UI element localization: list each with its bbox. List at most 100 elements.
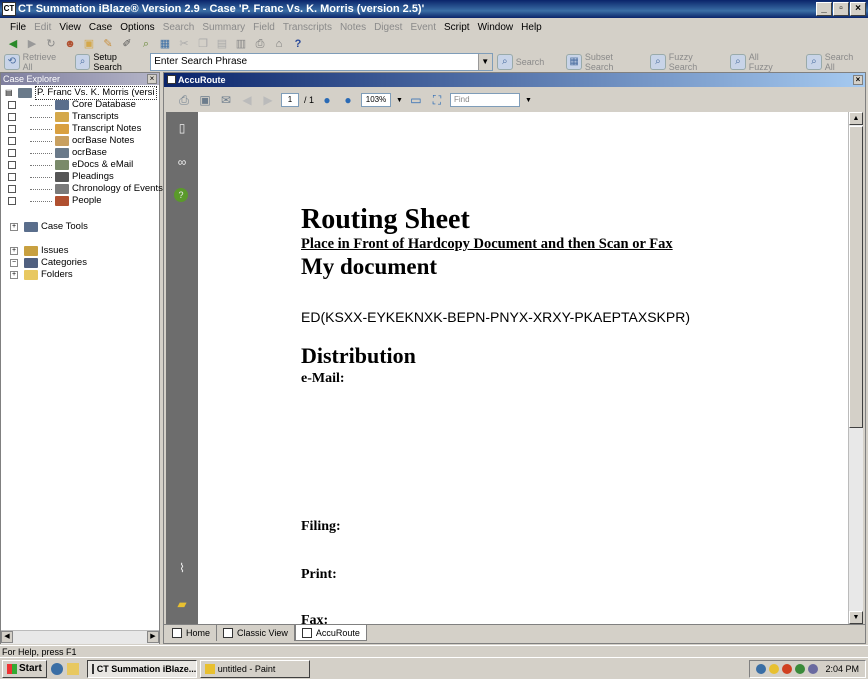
- zoom-select[interactable]: 103%: [361, 93, 392, 107]
- paste-icon[interactable]: ▤: [215, 37, 229, 51]
- comments-icon[interactable]: ▰: [174, 596, 190, 612]
- menu-summary[interactable]: Summary: [202, 22, 245, 33]
- scroll-down-icon[interactable]: ▼: [849, 611, 863, 624]
- grid-icon[interactable]: ▦: [158, 37, 172, 51]
- zoom-dropdown-icon[interactable]: ▼: [396, 97, 403, 104]
- tab-home[interactable]: Home: [166, 625, 218, 641]
- menu-transcripts[interactable]: Transcripts: [283, 22, 332, 33]
- help-icon[interactable]: ?: [174, 188, 188, 202]
- menu-search[interactable]: Search: [163, 22, 195, 33]
- pages-icon[interactable]: ▯: [174, 120, 190, 136]
- refresh-icon[interactable]: ↻: [44, 37, 58, 51]
- forward-icon[interactable]: ▶: [25, 37, 39, 51]
- scroll-up-icon[interactable]: ▲: [849, 112, 863, 125]
- pen-icon[interactable]: ✐: [120, 37, 134, 51]
- copy-icon[interactable]: ❐: [196, 37, 210, 51]
- tree-checkbox[interactable]: [8, 173, 16, 181]
- tree-checkbox[interactable]: [8, 137, 16, 145]
- tree-item[interactable]: eDocs & eMail: [1, 159, 133, 171]
- close-viewer-button[interactable]: ×: [853, 75, 863, 85]
- tree-item[interactable]: Transcript Notes: [1, 123, 141, 135]
- tab-accuroute[interactable]: AccuRoute: [294, 625, 367, 641]
- tree-item[interactable]: Transcripts: [1, 111, 119, 123]
- tree-section[interactable]: + Issues: [1, 245, 68, 257]
- tree-item[interactable]: Chronology of Events: [1, 183, 163, 195]
- tree-item[interactable]: ocrBase Notes: [1, 135, 134, 147]
- close-explorer-button[interactable]: ×: [147, 74, 157, 84]
- save-icon[interactable]: ▣: [197, 92, 213, 108]
- explorer-quicklaunch-icon[interactable]: [66, 662, 79, 675]
- search-docs-icon[interactable]: ⌕: [139, 37, 153, 51]
- menu-options[interactable]: Options: [120, 22, 154, 33]
- zoom-in-icon[interactable]: ●: [340, 92, 356, 108]
- menu-edit[interactable]: Edit: [34, 22, 51, 33]
- back-icon[interactable]: ◀: [6, 37, 20, 51]
- notes-icon[interactable]: ✎: [101, 37, 115, 51]
- people-icon[interactable]: ☻: [63, 37, 77, 51]
- network-icon[interactable]: [756, 664, 767, 674]
- viewer-vertical-scrollbar[interactable]: ▲ ▼: [848, 112, 863, 624]
- expand-icon[interactable]: +: [10, 223, 18, 231]
- taskbar-task[interactable]: CT Summation iBlaze...: [86, 659, 197, 678]
- tree-checkbox[interactable]: [8, 197, 16, 205]
- chevron-down-icon[interactable]: ▼: [477, 54, 492, 70]
- attachment-icon[interactable]: ⌇: [174, 560, 190, 576]
- menu-notes[interactable]: Notes: [340, 22, 366, 33]
- case-tools-node[interactable]: + Case Tools: [1, 221, 88, 233]
- scroll-right-icon[interactable]: ▶: [147, 631, 159, 643]
- folder-icon[interactable]: ▣: [82, 37, 96, 51]
- help-icon[interactable]: ?: [291, 37, 305, 51]
- close-window-button[interactable]: ×: [850, 2, 866, 16]
- fit-width-icon[interactable]: ▭: [408, 92, 424, 108]
- explorer-horizontal-scrollbar[interactable]: ◀ ▶: [1, 630, 159, 644]
- taskbar-task[interactable]: untitled - Paint: [199, 659, 310, 678]
- setup-search-button[interactable]: ⌕ Setup Search: [71, 52, 151, 72]
- tree-item[interactable]: Pleadings: [1, 171, 114, 183]
- start-button[interactable]: Start: [2, 659, 47, 678]
- ie-quicklaunch-icon[interactable]: [50, 662, 63, 675]
- case-root-node[interactable]: ▤ P. Franc Vs. K. Morris (versi: [1, 86, 157, 100]
- tree-item[interactable]: Core Database: [1, 99, 136, 111]
- tree-section[interactable]: + Folders: [1, 269, 73, 281]
- find-dropdown-icon[interactable]: ▼: [525, 97, 532, 104]
- menu-digest[interactable]: Digest: [374, 22, 402, 33]
- expand-icon[interactable]: −: [10, 259, 18, 267]
- tab-classic-view[interactable]: Classic View: [217, 625, 295, 641]
- expand-icon[interactable]: +: [10, 271, 18, 279]
- table-icon[interactable]: ▥: [234, 37, 248, 51]
- menu-field[interactable]: Field: [253, 22, 275, 33]
- menu-script[interactable]: Script: [444, 22, 470, 33]
- search-input[interactable]: Enter Search Phrase ▼: [150, 53, 493, 71]
- search-button[interactable]: ⌕ Search: [493, 53, 549, 71]
- zoom-out-icon[interactable]: ●: [319, 92, 335, 108]
- notification-icon[interactable]: [769, 664, 780, 674]
- scroll-thumb[interactable]: [849, 126, 863, 428]
- retrieve-all-button[interactable]: ⟲ Retrieve All: [0, 52, 71, 72]
- previous-page-icon[interactable]: ◀: [239, 92, 255, 108]
- find-input[interactable]: Find: [449, 93, 520, 107]
- all-fuzzy-button[interactable]: ⌕ All Fuzzy: [726, 52, 788, 72]
- tree-checkbox[interactable]: [8, 125, 16, 133]
- tree-checkbox[interactable]: [8, 185, 16, 193]
- tree-toggle-icon[interactable]: ▤: [5, 89, 15, 97]
- subset-search-button[interactable]: ▦ Subset Search: [562, 52, 646, 72]
- expand-icon[interactable]: +: [10, 247, 18, 255]
- fuzzy-search-button[interactable]: ⌕ Fuzzy Search: [646, 52, 726, 72]
- send-icon[interactable]: ✉: [218, 92, 234, 108]
- next-page-icon[interactable]: ▶: [260, 92, 276, 108]
- menu-help[interactable]: Help: [521, 22, 542, 33]
- menu-window[interactable]: Window: [478, 22, 514, 33]
- scroll-left-icon[interactable]: ◀: [1, 631, 13, 643]
- scan-icon[interactable]: ⌂: [272, 37, 286, 51]
- tree-item[interactable]: People: [1, 195, 102, 207]
- volume-icon[interactable]: [808, 664, 819, 674]
- search-all-button[interactable]: ⌕ Search All: [802, 52, 868, 72]
- menu-file[interactable]: File: [10, 22, 26, 33]
- tree-section[interactable]: − Categories: [1, 257, 87, 269]
- antivirus-icon[interactable]: [782, 664, 793, 674]
- print-icon[interactable]: ⎙: [176, 92, 192, 108]
- minimize-button[interactable]: _: [816, 2, 832, 16]
- tree-item[interactable]: ocrBase: [1, 147, 107, 159]
- tree-checkbox[interactable]: [8, 101, 16, 109]
- security-icon[interactable]: [795, 664, 806, 674]
